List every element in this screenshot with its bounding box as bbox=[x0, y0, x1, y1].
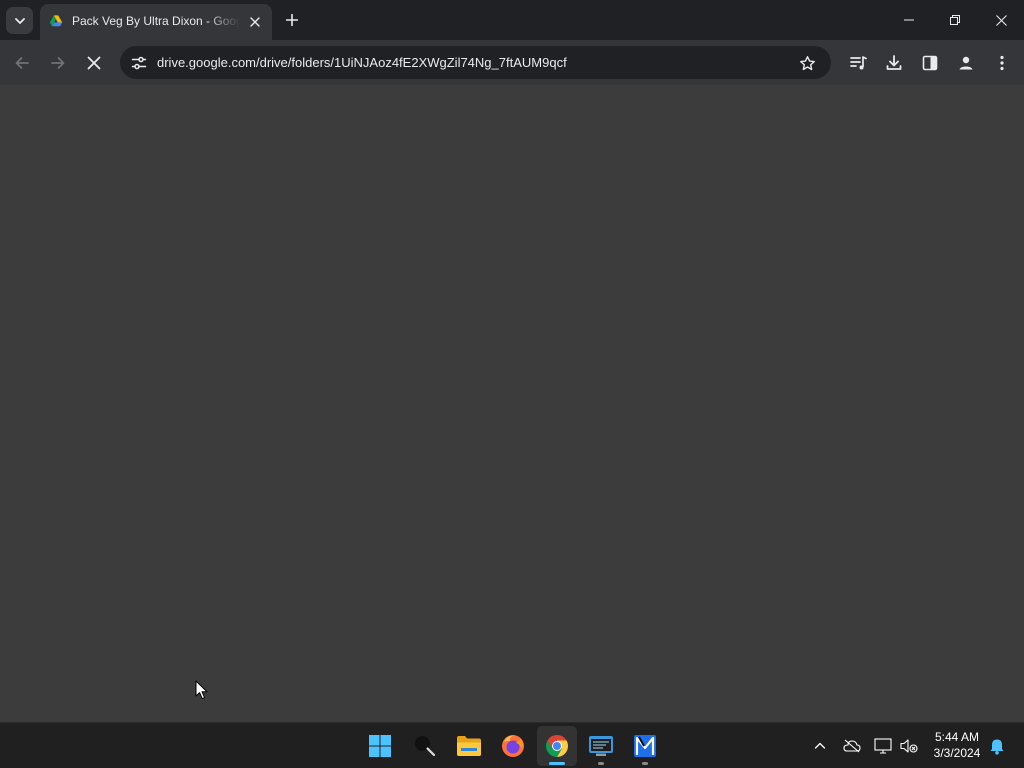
volume-muted-icon bbox=[900, 739, 918, 753]
back-arrow-icon bbox=[15, 57, 29, 69]
minimize-icon bbox=[904, 19, 914, 21]
firefox-icon bbox=[502, 735, 524, 757]
tab-title: Pack Veg By Ultra Dixon - Google Drive bbox=[72, 14, 240, 28]
stop-loading-icon bbox=[87, 56, 101, 70]
search-icon bbox=[415, 736, 436, 757]
taskbar: 5:44 AM 3/3/2024 bbox=[0, 722, 1024, 768]
profile-icon bbox=[959, 56, 973, 70]
file-explorer-button[interactable] bbox=[449, 726, 489, 766]
side-panel-icon bbox=[922, 55, 938, 71]
page-content-loading bbox=[0, 85, 1024, 722]
forward-arrow-icon bbox=[51, 57, 65, 69]
site-info-button[interactable] bbox=[128, 52, 150, 74]
clock-time: 5:44 AM bbox=[934, 730, 980, 744]
address-bar[interactable]: drive.google.com/drive/folders/1UiNJAoz4… bbox=[120, 46, 831, 79]
minimize-button[interactable] bbox=[886, 0, 932, 40]
network-status-button[interactable] bbox=[871, 734, 895, 758]
active-tab[interactable]: Pack Veg By Ultra Dixon - Google Drive bbox=[40, 4, 272, 40]
tab-close-button[interactable] bbox=[246, 13, 264, 31]
download-icon bbox=[886, 55, 902, 70]
media-controls-button[interactable] bbox=[845, 50, 871, 76]
menu-icon bbox=[1000, 55, 1004, 71]
browser-toolbar: drive.google.com/drive/folders/1UiNJAoz4… bbox=[0, 40, 1024, 85]
media-controls-icon bbox=[850, 56, 867, 70]
restore-button[interactable] bbox=[932, 0, 978, 40]
taskbar-search-button[interactable] bbox=[405, 726, 445, 766]
active-indicator bbox=[549, 762, 565, 765]
chrome-button[interactable] bbox=[537, 726, 577, 766]
menu-button[interactable] bbox=[989, 50, 1015, 76]
network-icon bbox=[874, 738, 892, 754]
google-drive-icon bbox=[49, 15, 63, 27]
terminal-icon bbox=[589, 736, 613, 756]
downloads-button[interactable] bbox=[881, 50, 907, 76]
chrome-icon bbox=[546, 735, 568, 757]
app-icon bbox=[634, 735, 656, 757]
terminal-button[interactable] bbox=[581, 726, 621, 766]
running-indicator bbox=[598, 762, 604, 765]
bookmark-button[interactable] bbox=[796, 52, 818, 74]
pinned-app-button[interactable] bbox=[625, 726, 665, 766]
restore-icon bbox=[950, 15, 960, 25]
close-window-button[interactable] bbox=[978, 0, 1024, 40]
bell-icon bbox=[990, 739, 1004, 755]
profile-button[interactable] bbox=[953, 50, 979, 76]
chevron-up-icon bbox=[814, 742, 826, 749]
close-icon bbox=[995, 14, 1007, 26]
firefox-button[interactable] bbox=[493, 726, 533, 766]
side-panel-button[interactable] bbox=[917, 50, 943, 76]
plus-icon bbox=[286, 14, 298, 26]
browser-window: Pack Veg By Ultra Dixon - Google Drive bbox=[0, 0, 1024, 722]
forward-button[interactable] bbox=[45, 50, 71, 76]
close-icon bbox=[250, 17, 260, 27]
show-hidden-icons-button[interactable] bbox=[808, 734, 832, 758]
mouse-cursor-icon bbox=[195, 680, 208, 700]
tune-icon bbox=[131, 56, 147, 70]
clock-date: 3/3/2024 bbox=[933, 746, 981, 760]
volume-button[interactable] bbox=[897, 734, 921, 758]
tab-search-button[interactable] bbox=[6, 7, 33, 34]
back-button[interactable] bbox=[9, 50, 35, 76]
running-indicator bbox=[642, 762, 648, 765]
notifications-button[interactable] bbox=[985, 734, 1009, 758]
tab-strip: Pack Veg By Ultra Dixon - Google Drive bbox=[0, 0, 1024, 40]
taskbar-clock[interactable]: 5:44 AM 3/3/2024 bbox=[926, 729, 988, 761]
windows-logo-icon bbox=[369, 735, 391, 757]
chevron-down-icon bbox=[14, 17, 25, 24]
start-button[interactable] bbox=[360, 726, 400, 766]
folder-icon bbox=[457, 736, 481, 756]
cloud-offline-icon bbox=[843, 739, 861, 753]
new-tab-button[interactable] bbox=[281, 9, 303, 31]
star-icon bbox=[799, 55, 815, 70]
url-text: drive.google.com/drive/folders/1UiNJAoz4… bbox=[157, 55, 567, 70]
onedrive-status-button[interactable] bbox=[840, 734, 864, 758]
stop-loading-button[interactable] bbox=[81, 50, 107, 76]
